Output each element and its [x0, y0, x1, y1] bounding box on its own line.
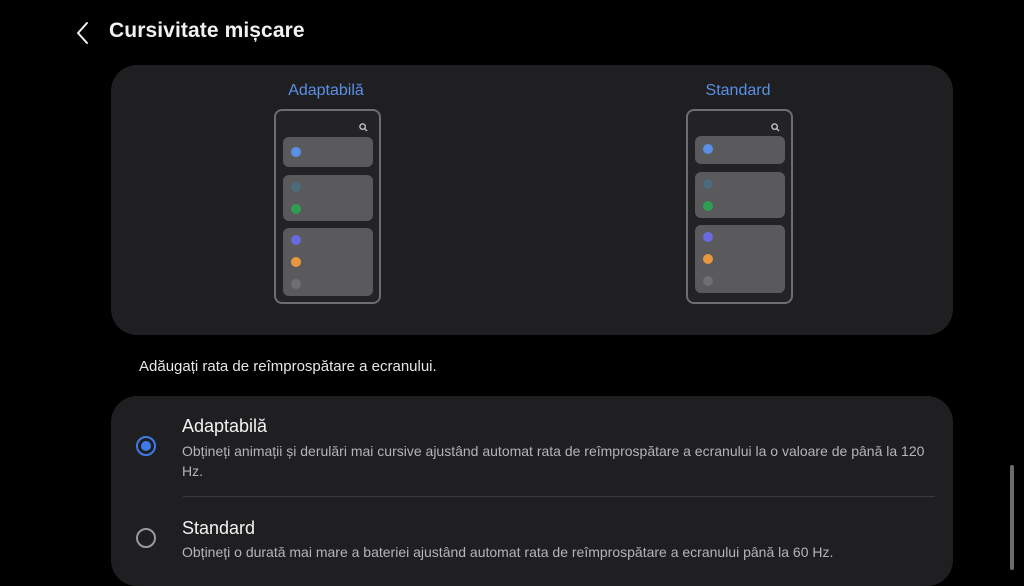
option-description: Obțineți o durată mai mare a bateriei aj…: [182, 544, 834, 560]
mockup-dot: [291, 279, 301, 289]
mockup-card: [283, 228, 373, 296]
mockup-dot: [291, 257, 301, 267]
mockup-dot: [703, 232, 713, 242]
mockup-dot: [703, 201, 713, 211]
preview-label-standard: Standard: [705, 82, 771, 99]
phone-mockup-adaptive: [274, 109, 381, 304]
mockup-card: [283, 175, 373, 221]
mockup-dot: [291, 235, 301, 245]
mockup-dot: [291, 182, 301, 192]
mockup-card: [283, 137, 373, 167]
preview-label-adaptive: Adaptabilă: [288, 82, 364, 99]
mockup-dot: [703, 144, 713, 154]
hint-text: Adăugați rata de reîmprospătare a ecranu…: [139, 358, 437, 375]
chevron-left-icon: [77, 22, 88, 44]
mockup-dot: [291, 147, 301, 157]
option-adaptive[interactable]: Adaptabilă Obțineți animații și derulări…: [111, 396, 953, 496]
option-description: Obțineți animații și derulări mai cursiv…: [182, 443, 925, 479]
mockup-dot: [703, 179, 713, 189]
mockup-card: [695, 172, 785, 218]
preview-card: Adaptabilă Standard: [111, 65, 953, 335]
mockup-dot: [703, 254, 713, 264]
option-title: Adaptabilă: [182, 416, 268, 436]
search-icon: [359, 123, 368, 132]
phone-mockup-standard: [686, 109, 793, 304]
search-icon: [771, 123, 780, 132]
refresh-rate-options: Adaptabilă Obțineți animații și derulări…: [111, 396, 953, 586]
back-button[interactable]: [70, 18, 96, 48]
option-standard[interactable]: Standard Obțineți o durată mai mare a ba…: [111, 497, 953, 586]
mockup-dot: [291, 204, 301, 214]
radio-adaptive[interactable]: [136, 436, 156, 456]
scrollbar[interactable]: [1010, 465, 1014, 570]
option-title: Standard: [182, 518, 256, 538]
mockup-card: [695, 225, 785, 293]
radio-standard[interactable]: [136, 528, 156, 548]
page-title: Cursivitate mișcare: [109, 19, 305, 42]
mockup-card: [695, 136, 785, 164]
mockup-dot: [703, 276, 713, 286]
